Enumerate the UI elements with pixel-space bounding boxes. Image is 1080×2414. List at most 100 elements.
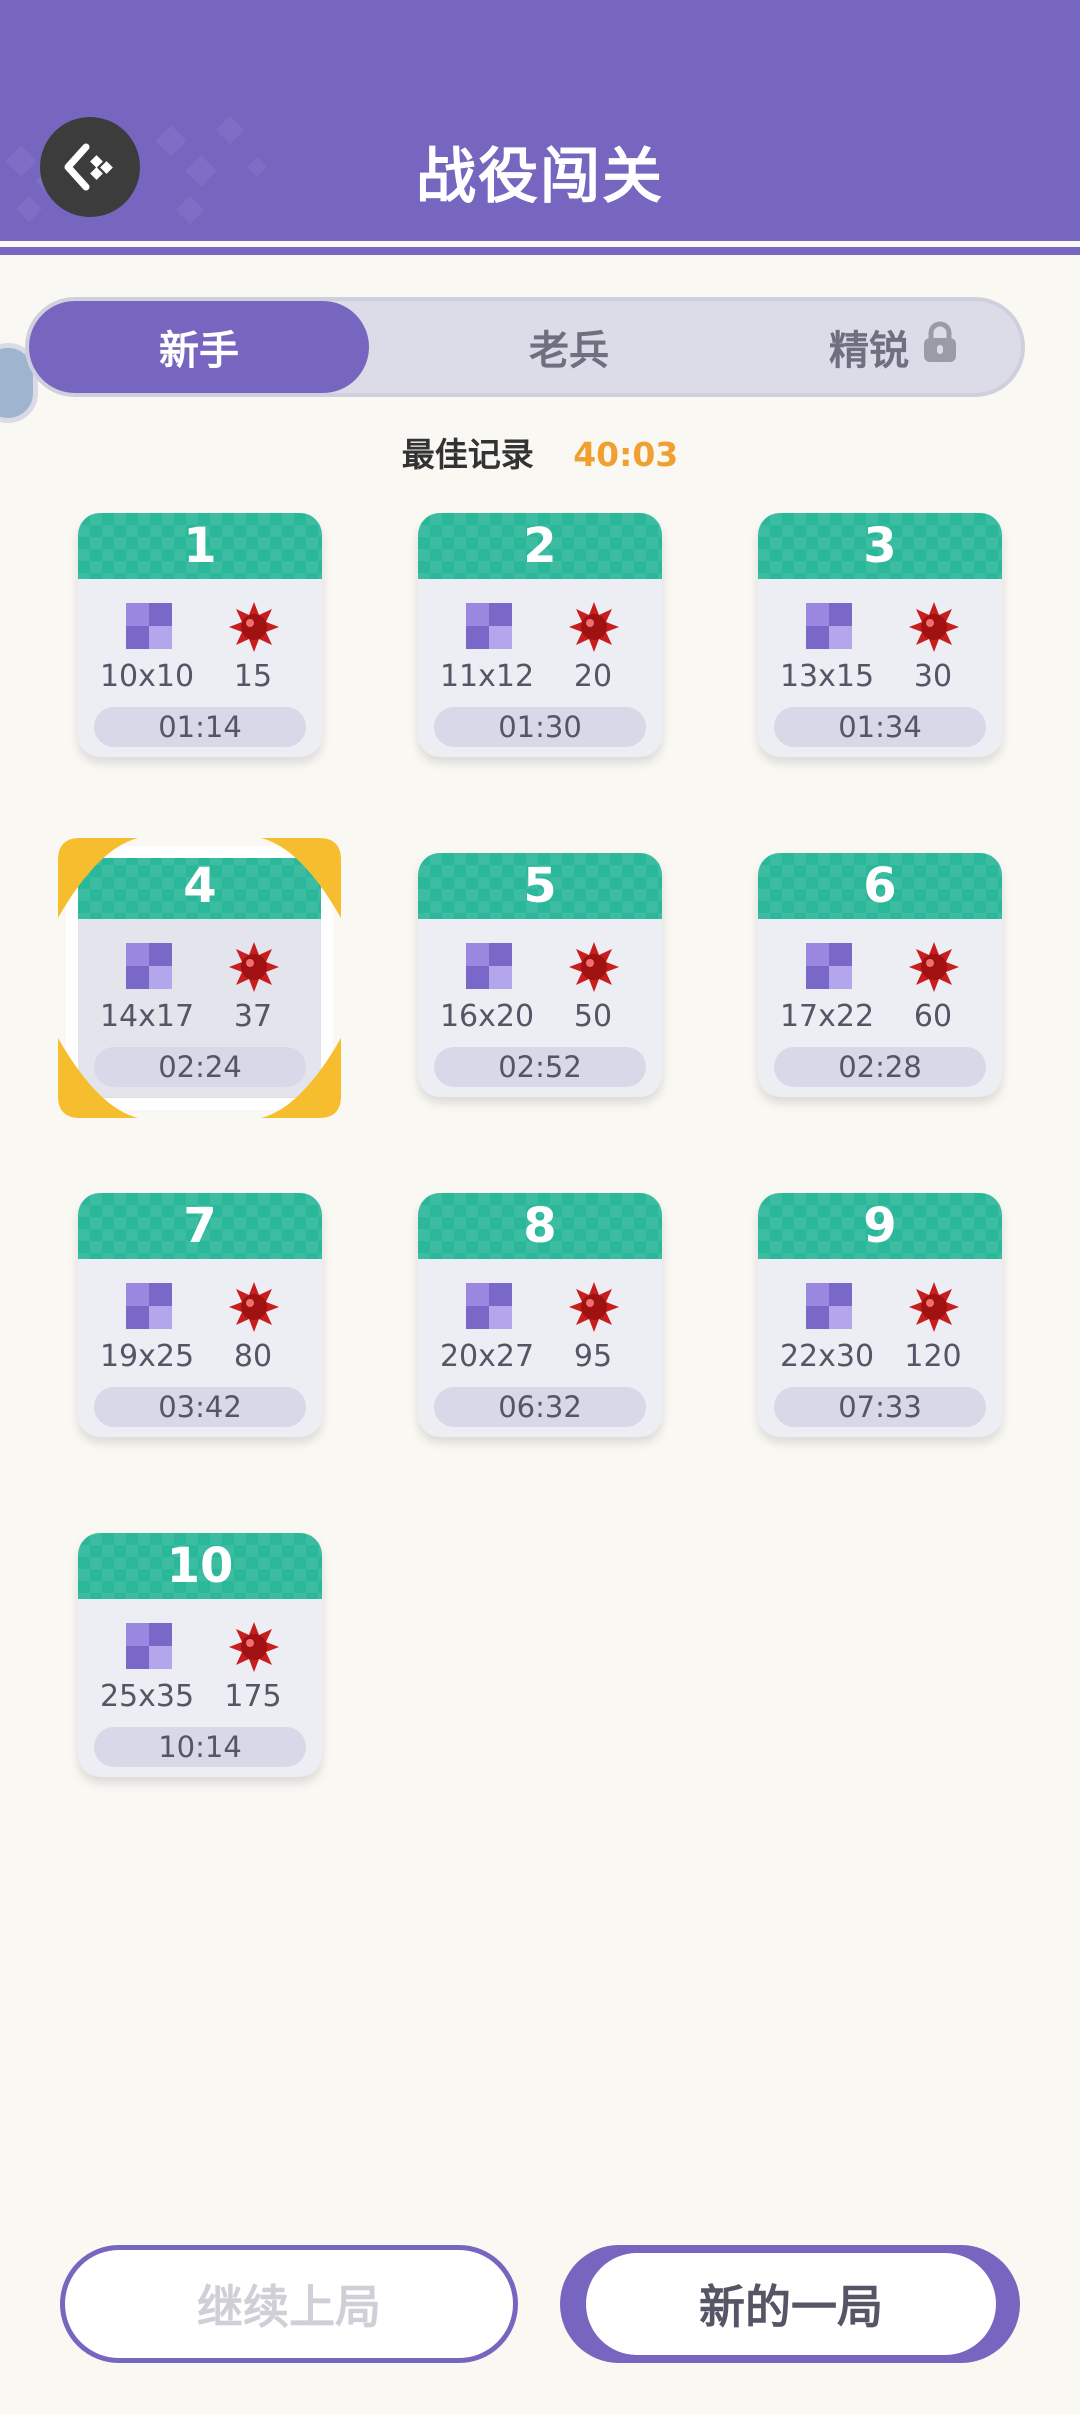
level-card-header: 6 — [758, 853, 1002, 919]
level-mine-count: 80 — [233, 1339, 273, 1374]
level-card-header: 7 — [78, 1193, 322, 1259]
mine-icon — [228, 1621, 280, 1677]
level-card-icons — [78, 942, 322, 993]
level-card-icons — [418, 602, 662, 653]
header-bottom-band — [0, 247, 1080, 255]
level-number: 3 — [863, 518, 897, 574]
level-card-icons — [418, 1282, 662, 1333]
mine-icon — [908, 1281, 960, 1337]
level-mine-count: 95 — [573, 1339, 613, 1374]
level-card-icons — [758, 942, 1002, 993]
level-grid-size: 19x25 — [99, 1339, 195, 1374]
level-number: 6 — [863, 858, 897, 914]
level-card-header: 3 — [758, 513, 1002, 579]
level-card-icons — [418, 942, 662, 993]
grid-size-icon — [126, 1283, 172, 1333]
level-number: 1 — [183, 518, 217, 574]
level-card-8[interactable]: 8 20x27 95 06:32 — [418, 1193, 662, 1437]
level-card-2[interactable]: 2 11x12 20 01:30 — [418, 513, 662, 757]
mine-icon — [228, 1281, 280, 1337]
level-grid-size: 22x30 — [779, 1339, 875, 1374]
level-grid-size: 11x12 — [439, 659, 535, 694]
level-card-7[interactable]: 7 19x25 80 03:42 — [78, 1193, 322, 1437]
continue-game-button[interactable]: 继续上局 — [60, 2245, 518, 2363]
level-mine-count: 37 — [233, 999, 273, 1034]
level-mine-count: 20 — [573, 659, 613, 694]
best-record-value: 40:03 — [573, 435, 679, 474]
level-best-time: 02:24 — [94, 1047, 306, 1087]
level-best-time: 01:14 — [94, 707, 306, 747]
level-card-9[interactable]: 9 22x30 120 07:33 — [758, 1193, 1002, 1437]
mine-icon — [908, 941, 960, 997]
level-number: 7 — [183, 1198, 217, 1254]
level-grid-size: 16x20 — [439, 999, 535, 1034]
tab-veteran[interactable]: 老兵 — [369, 301, 769, 393]
level-number: 9 — [863, 1198, 897, 1254]
level-grid-size: 25x35 — [99, 1679, 195, 1714]
tab-elite[interactable]: 精锐 — [769, 301, 1019, 393]
level-grid-size: 17x22 — [779, 999, 875, 1034]
level-best-time: 01:30 — [434, 707, 646, 747]
level-best-time: 10:14 — [94, 1727, 306, 1767]
level-card-4[interactable]: 4 14x17 37 02:24 — [78, 853, 322, 1097]
grid-size-icon — [466, 1283, 512, 1333]
level-card-icons — [758, 602, 1002, 653]
level-card-1[interactable]: 1 10x10 15 01:14 — [78, 513, 322, 757]
level-best-time: 06:32 — [434, 1387, 646, 1427]
difficulty-tabs: 新手 老兵 精锐 — [25, 297, 1025, 397]
header-bar: 战役闯关 — [0, 0, 1080, 243]
grid-size-icon — [806, 603, 852, 653]
level-number: 4 — [183, 858, 217, 914]
level-card-header: 1 — [78, 513, 322, 579]
mine-icon — [228, 601, 280, 657]
level-best-time: 07:33 — [774, 1387, 986, 1427]
level-grid-size: 13x15 — [779, 659, 875, 694]
level-number: 2 — [523, 518, 557, 574]
grid-size-icon — [126, 1623, 172, 1673]
level-card-6[interactable]: 6 17x22 60 02:28 — [758, 853, 1002, 1097]
level-card-icons — [78, 1282, 322, 1333]
level-number: 10 — [166, 1538, 234, 1594]
level-mine-count: 50 — [573, 999, 613, 1034]
level-card-icons — [758, 1282, 1002, 1333]
level-mine-count: 120 — [904, 1339, 962, 1374]
level-grid-size: 20x27 — [439, 1339, 535, 1374]
level-best-time: 02:28 — [774, 1047, 986, 1087]
best-record-label: 最佳记录 — [401, 435, 534, 474]
level-best-time: 02:52 — [434, 1047, 646, 1087]
level-number: 8 — [523, 1198, 557, 1254]
level-mine-count: 60 — [913, 999, 953, 1034]
level-card-3[interactable]: 3 13x15 30 01:34 — [758, 513, 1002, 757]
level-card-header: 5 — [418, 853, 662, 919]
mine-icon — [568, 601, 620, 657]
best-record: 最佳记录 40:03 — [0, 428, 1080, 476]
level-mine-count: 15 — [233, 659, 273, 694]
mine-icon — [908, 601, 960, 657]
grid-size-icon — [806, 1283, 852, 1333]
mine-icon — [568, 1281, 620, 1337]
grid-size-icon — [806, 943, 852, 993]
tab-elite-label: 精锐 — [829, 328, 909, 374]
level-card-10[interactable]: 10 25x35 175 10:14 — [78, 1533, 322, 1777]
level-card-header: 4 — [78, 853, 322, 919]
grid-size-icon — [126, 943, 172, 993]
grid-size-icon — [466, 943, 512, 993]
level-grid-size: 10x10 — [99, 659, 195, 694]
new-game-button[interactable]: 新的一局 — [560, 2245, 1020, 2363]
level-best-time: 01:34 — [774, 707, 986, 747]
level-card-5[interactable]: 5 16x20 50 02:52 — [418, 853, 662, 1097]
lock-icon — [921, 321, 959, 373]
level-mine-count: 175 — [224, 1679, 282, 1714]
level-card-header: 2 — [418, 513, 662, 579]
mine-icon — [568, 941, 620, 997]
grid-size-icon — [466, 603, 512, 653]
level-card-header: 10 — [78, 1533, 322, 1599]
page-title: 战役闯关 — [416, 142, 664, 212]
level-number: 5 — [523, 858, 557, 914]
new-game-button-label: 新的一局 — [586, 2253, 996, 2355]
grid-size-icon — [126, 603, 172, 653]
level-card-icons — [78, 602, 322, 653]
tab-novice[interactable]: 新手 — [29, 301, 369, 393]
level-card-icons — [78, 1622, 322, 1673]
level-card-header: 8 — [418, 1193, 662, 1259]
